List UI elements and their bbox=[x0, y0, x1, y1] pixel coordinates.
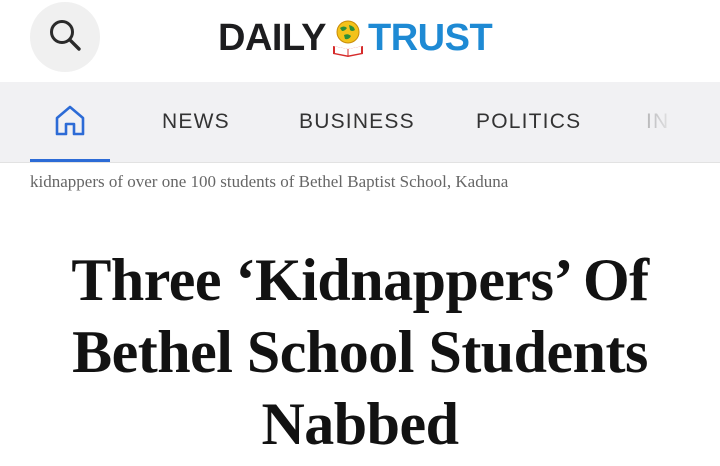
logo-word-trust: TRUST bbox=[368, 17, 493, 59]
section-nav: NEWS BUSINESS POLITICS IN bbox=[0, 82, 720, 163]
active-tab-indicator bbox=[30, 159, 110, 162]
nav-scroll-fade bbox=[630, 82, 720, 162]
nav-item-news[interactable]: NEWS bbox=[162, 82, 230, 162]
nav-home-tab[interactable] bbox=[30, 82, 110, 162]
article-tagline: kidnappers of over one 100 students of B… bbox=[30, 172, 509, 191]
home-icon bbox=[53, 103, 87, 142]
logo-word-daily: DAILY bbox=[218, 17, 327, 59]
top-bar: DAILY TRUST bbox=[0, 0, 720, 82]
site-logo[interactable]: DAILY TRUST bbox=[218, 14, 493, 62]
nav-item-politics[interactable]: POLITICS bbox=[476, 82, 581, 162]
search-button[interactable] bbox=[30, 2, 100, 72]
search-icon bbox=[47, 17, 83, 58]
nav-item-truncated[interactable]: IN bbox=[646, 82, 669, 162]
article-headline: Three ‘Kidnappers’ Of Bethel School Stud… bbox=[71, 247, 649, 457]
globe-book-icon bbox=[330, 18, 366, 58]
nav-item-business[interactable]: BUSINESS bbox=[299, 82, 415, 162]
